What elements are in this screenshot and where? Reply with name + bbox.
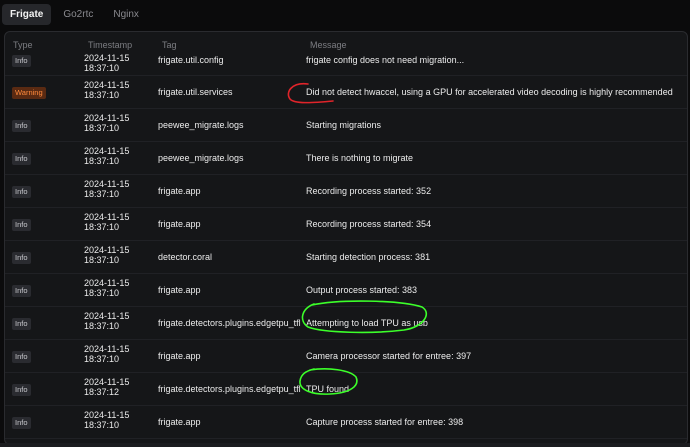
table-row[interactable]: Info 2024-11-15 18:37:10 frigate.detector…	[5, 307, 687, 340]
timestamp-cell: 2024-11-15 18:37:10	[84, 53, 144, 73]
table-row[interactable]: Info 2024-11-15 18:37:10 peewee_migrate.l…	[5, 109, 687, 142]
timestamp-cell: 2024-11-15 18:37:10	[84, 212, 144, 232]
log-time: 18:37:10	[84, 354, 120, 364]
message-cell: Recording process started: 352	[306, 186, 432, 196]
message-cell: Starting detection process: 381	[306, 252, 431, 262]
table-row[interactable]: Info 2024-11-15 18:37:10 frigate.app Reco…	[5, 208, 687, 241]
tab-frigate[interactable]: Frigate	[2, 3, 52, 25]
message-cell: Output process started: 383	[306, 285, 418, 295]
type-badge: Info	[12, 285, 31, 297]
log-time: 18:37:10	[84, 222, 120, 232]
timestamp-cell: 2024-11-15 18:37:10	[84, 344, 144, 364]
message-cell: TPU found	[306, 384, 350, 394]
tab-nginx[interactable]: Nginx	[105, 4, 147, 25]
timestamp-cell: 2024-11-15 18:37:10	[84, 245, 144, 265]
type-badge: Info	[12, 219, 31, 231]
log-time: 18:37:10	[84, 189, 120, 199]
tag-cell: detector.coral	[158, 252, 213, 262]
table-row[interactable]: Info 2024-11-15 18:37:10 peewee_migrate.l…	[5, 142, 687, 175]
tag-cell: frigate.detectors.plugins.edgetpu_tfl	[158, 384, 301, 394]
tag-cell: peewee_migrate.logs	[158, 120, 244, 130]
message-cell: Did not detect hwaccel, using a GPU for …	[306, 87, 673, 97]
type-badge: Info	[12, 252, 31, 264]
log-date: 2024-11-15	[84, 311, 130, 321]
timestamp-cell: 2024-11-15 18:37:10	[84, 311, 144, 331]
timestamp-cell: 2024-11-15 18:37:12	[84, 377, 144, 397]
log-time: 18:37:10	[84, 288, 120, 298]
log-date: 2024-11-15	[84, 212, 130, 222]
message-cell: Attempting to load TPU as usb	[306, 318, 428, 328]
log-date: 2024-11-15	[84, 146, 130, 156]
table-row[interactable]: Warning 2024-11-15 18:37:10 frigate.util.…	[5, 76, 687, 109]
message-cell: There is nothing to migrate	[306, 153, 414, 163]
log-date: 2024-11-15	[84, 113, 130, 123]
timestamp-cell: 2024-11-15 18:37:10	[84, 410, 144, 430]
message-cell: Capture process started for entree: 398	[306, 417, 464, 427]
table-row[interactable]: Info 2024-11-15 18:37:12 frigate.detector…	[5, 373, 687, 406]
timestamp-cell: 2024-11-15 18:37:10	[84, 146, 144, 166]
table-row[interactable]: Info 2024-11-15 18:37:10 frigate.app Reco…	[5, 175, 687, 208]
type-badge: Info	[12, 120, 31, 132]
log-time: 18:37:10	[84, 63, 120, 73]
message-cell: Recording process started: 354	[306, 219, 432, 229]
log-date: 2024-11-15	[84, 80, 130, 90]
tag-cell: frigate.util.services	[158, 87, 233, 97]
timestamp-cell: 2024-11-15 18:37:10	[84, 80, 144, 100]
message-cell: frigate config does not need migration..…	[306, 55, 465, 65]
log-time: 18:37:10	[84, 90, 120, 100]
table-row[interactable]: Info 2024-11-15 18:37:10 frigate.app Capt…	[5, 406, 687, 439]
message-cell: Starting migrations	[306, 120, 382, 130]
log-time: 18:37:10	[84, 255, 120, 265]
warning-badge: Warning	[12, 87, 46, 99]
log-date: 2024-11-15	[84, 179, 130, 189]
log-tabs: Frigate Go2rtc Nginx	[2, 2, 147, 26]
type-badge: Info	[12, 318, 31, 330]
tab-go2rtc[interactable]: Go2rtc	[55, 4, 101, 25]
log-date: 2024-11-15	[84, 344, 130, 354]
type-badge: Info	[12, 417, 31, 429]
log-time: 18:37:10	[84, 123, 120, 133]
log-time: 18:37:12	[84, 387, 120, 397]
bottom-bar	[0, 443, 690, 447]
table-row[interactable]: Info 2024-11-15 18:37:10 frigate.app Outp…	[5, 274, 687, 307]
tag-cell: frigate.app	[158, 219, 201, 229]
table-row[interactable]: Info 2024-11-15 18:37:10 frigate.app Came…	[5, 340, 687, 373]
tag-cell: frigate.app	[158, 351, 201, 361]
log-time: 18:37:10	[84, 420, 120, 430]
header-message: Message	[310, 40, 347, 50]
type-badge: Info	[12, 384, 31, 396]
log-rows: Info 2024-11-15 18:37:10 frigate.util.con…	[5, 51, 687, 439]
tag-cell: peewee_migrate.logs	[158, 153, 244, 163]
header-type: Type	[13, 40, 33, 50]
timestamp-cell: 2024-11-15 18:37:10	[84, 278, 144, 298]
header-tag: Tag	[162, 40, 177, 50]
log-time: 18:37:10	[84, 156, 120, 166]
tag-cell: frigate.util.config	[158, 55, 224, 65]
type-badge: Info	[12, 55, 31, 67]
table-header: Type Timestamp Tag Message	[5, 32, 687, 52]
tag-cell: frigate.app	[158, 417, 201, 427]
table-row[interactable]: Info 2024-11-15 18:37:10 frigate.util.con…	[5, 51, 687, 76]
tag-cell: frigate.app	[158, 186, 201, 196]
message-cell: Camera processor started for entree: 397	[306, 351, 472, 361]
log-date: 2024-11-15	[84, 410, 130, 420]
log-date: 2024-11-15	[84, 53, 130, 63]
tag-cell: frigate.detectors.plugins.edgetpu_tfl	[158, 318, 301, 328]
timestamp-cell: 2024-11-15 18:37:10	[84, 179, 144, 199]
type-badge: Info	[12, 186, 31, 198]
type-badge: Info	[12, 351, 31, 363]
log-date: 2024-11-15	[84, 278, 130, 288]
tag-cell: frigate.app	[158, 285, 201, 295]
header-timestamp: Timestamp	[88, 40, 133, 50]
log-table[interactable]: Type Timestamp Tag Message Info 2024-11-…	[4, 31, 688, 445]
table-row[interactable]: Info 2024-11-15 18:37:10 detector.coral S…	[5, 241, 687, 274]
log-time: 18:37:10	[84, 321, 120, 331]
timestamp-cell: 2024-11-15 18:37:10	[84, 113, 144, 133]
type-badge: Info	[12, 153, 31, 165]
log-date: 2024-11-15	[84, 245, 130, 255]
log-date: 2024-11-15	[84, 377, 130, 387]
